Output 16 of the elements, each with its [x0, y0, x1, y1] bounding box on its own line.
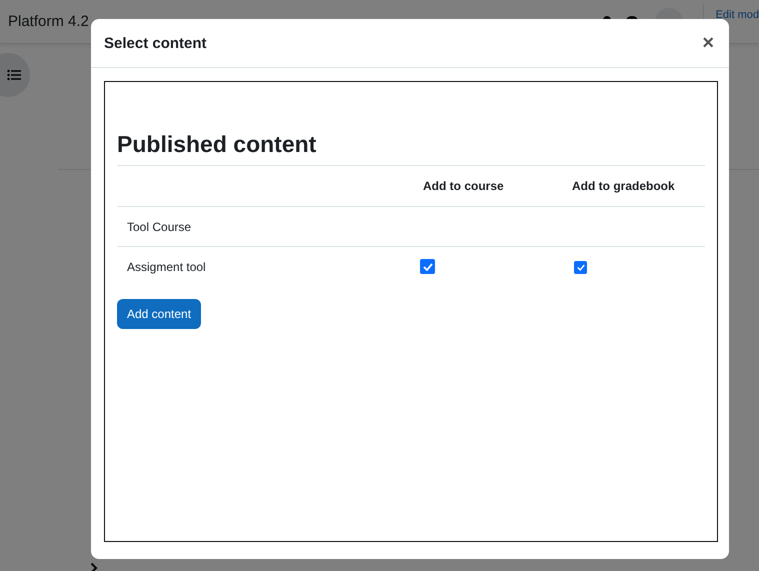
column-header: Add to course: [422, 166, 571, 206]
checkbox[interactable]: [574, 260, 587, 274]
check-icon: [422, 262, 432, 271]
edit-mode-label[interactable]: Edit mod: [716, 8, 759, 20]
modal-title: Select content: [104, 34, 207, 52]
column-header: Add to gradebook: [571, 166, 705, 206]
table-cell: Assigment tool: [117, 246, 422, 286]
checkbox[interactable]: [420, 259, 435, 274]
add-content-button[interactable]: Add content: [117, 299, 202, 329]
table-cell: Tool Course: [117, 206, 422, 246]
content-heading: Published content: [117, 131, 318, 158]
list-icon: [7, 69, 21, 81]
check-icon: [576, 264, 584, 271]
site-name[interactable]: Platform 4.2: [8, 13, 89, 30]
close-button[interactable]: ×: [700, 33, 716, 53]
chevron-icon[interactable]: [90, 562, 98, 571]
